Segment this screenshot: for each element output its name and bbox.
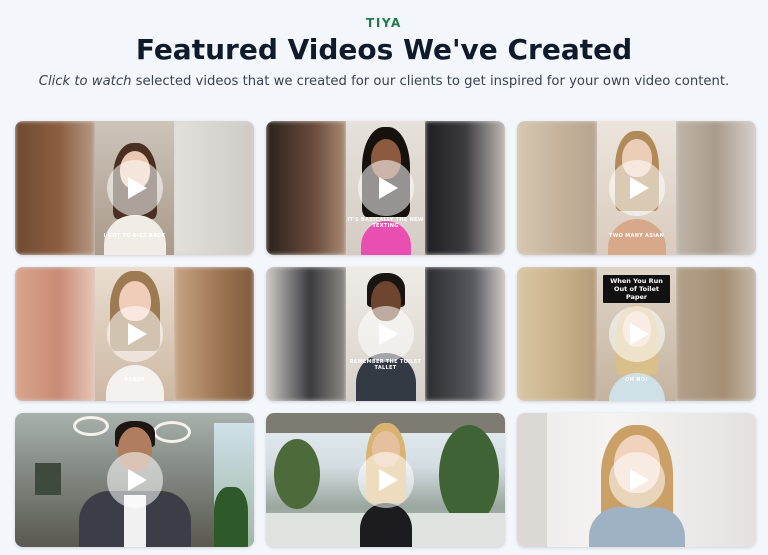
- video-thumbnail-bg: [174, 267, 254, 401]
- video-card-8[interactable]: [266, 413, 505, 547]
- thumbnail-ceiling-light: [153, 421, 191, 443]
- video-card-3[interactable]: TWO MANY ASIAN: [517, 121, 756, 255]
- play-icon: [127, 323, 147, 345]
- play-button[interactable]: [106, 160, 163, 216]
- video-caption: TWO MANY ASIAN: [609, 233, 664, 239]
- play-button[interactable]: [608, 452, 665, 508]
- video-thumbnail-bg: [266, 121, 346, 255]
- video-thumbnail-bg: [676, 121, 756, 255]
- video-card-9[interactable]: [517, 413, 756, 547]
- thumbnail-ceiling-light: [73, 416, 109, 436]
- video-card-1[interactable]: I GOT TO BIZZ BACK: [15, 121, 254, 255]
- video-card-5[interactable]: REMEMBER THE TOILET TALLET: [266, 267, 505, 401]
- play-button[interactable]: [106, 306, 163, 362]
- thumbnail-tree: [439, 425, 499, 525]
- thumbnail-body: [105, 365, 164, 401]
- page-title: Featured Videos We've Created: [135, 33, 633, 66]
- page-subtitle: Click to watch selected videos that we c…: [0, 73, 768, 91]
- subtitle-emphasis: Click to watch: [38, 74, 132, 89]
- subtitle-text: selected videos that we created for our …: [131, 74, 730, 89]
- play-icon: [629, 323, 649, 345]
- video-card-4[interactable]: RANDY: [15, 267, 254, 401]
- video-thumbnail-bg: [517, 121, 597, 255]
- thumbnail-curtain: [517, 413, 547, 547]
- play-icon: [127, 469, 147, 491]
- play-button[interactable]: [608, 160, 665, 216]
- play-icon: [378, 323, 398, 345]
- video-card-2[interactable]: IT'S BASICALLY THE NEW TEXTING: [266, 121, 505, 255]
- play-button[interactable]: [357, 306, 414, 362]
- play-icon: [378, 177, 398, 199]
- video-thumbnail-bg: [15, 267, 95, 401]
- video-thumbnail-bg: [266, 267, 346, 401]
- video-caption: RANDY: [124, 377, 145, 383]
- video-thumbnail-bg: [517, 267, 597, 401]
- play-button[interactable]: [357, 452, 414, 508]
- eyebrow-label: TIYA: [366, 16, 402, 30]
- play-button[interactable]: [357, 160, 414, 216]
- play-icon: [629, 177, 649, 199]
- thumbnail-tree: [274, 439, 320, 509]
- play-button[interactable]: [608, 306, 665, 362]
- play-button[interactable]: [106, 452, 163, 508]
- video-thumbnail-bg: [676, 267, 756, 401]
- play-icon: [127, 177, 147, 199]
- video-caption: OH NO!: [625, 377, 648, 383]
- thumbnail-body: [359, 503, 412, 547]
- video-thumbnail-bg: [425, 267, 505, 401]
- video-caption: I GOT TO BIZZ BACK: [103, 233, 166, 239]
- video-card-6[interactable]: When You Run Out of Toilet Paper OH NO!: [517, 267, 756, 401]
- play-icon: [629, 469, 649, 491]
- play-icon: [378, 469, 398, 491]
- thumbnail-plant: [214, 487, 248, 547]
- video-thumbnail-bg: [174, 121, 254, 255]
- video-thumbnail-bg: [15, 121, 95, 255]
- video-top-caption: When You Run Out of Toilet Paper: [603, 275, 670, 303]
- video-caption: IT'S BASICALLY THE NEW TEXTING: [347, 217, 424, 229]
- video-card-7[interactable]: [15, 413, 254, 547]
- thumbnail-picture: [35, 463, 61, 495]
- video-thumbnail-bg: [425, 121, 505, 255]
- thumbnail-body: [588, 507, 685, 547]
